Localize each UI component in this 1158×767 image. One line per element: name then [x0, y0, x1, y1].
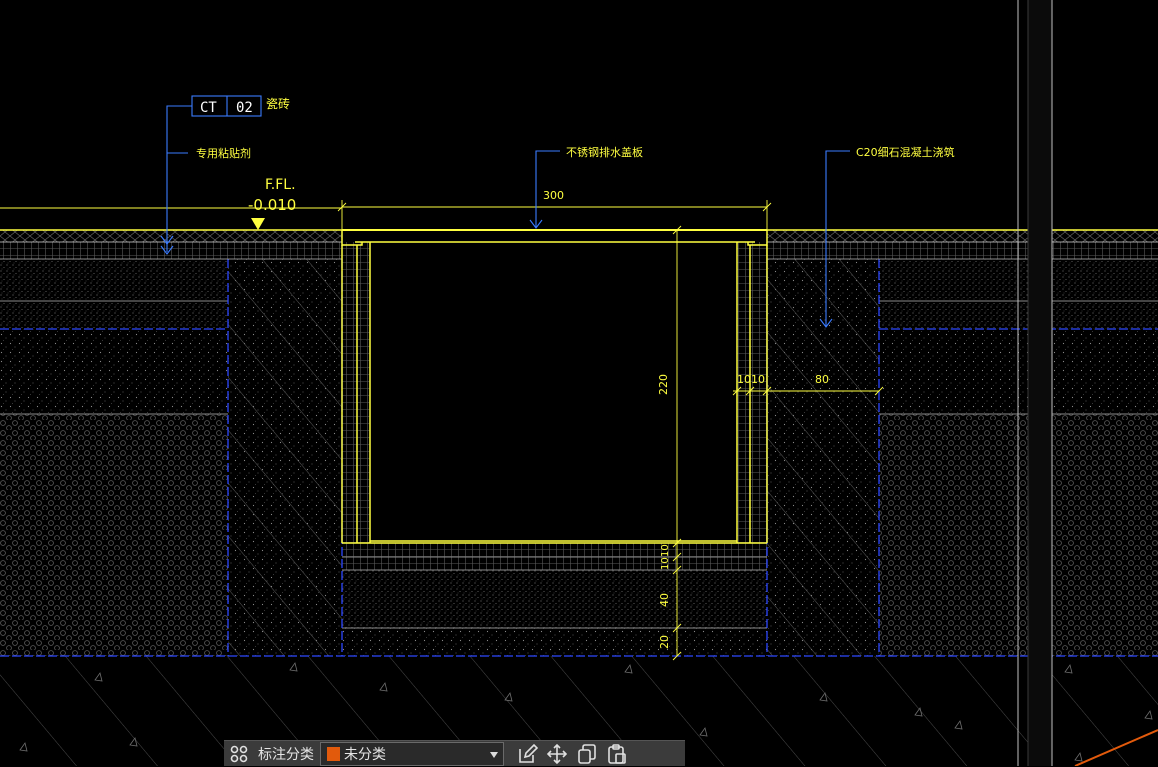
grid-icon[interactable]	[224, 741, 254, 767]
tile-tag-material: 瓷砖	[266, 96, 290, 111]
right-lining	[737, 242, 767, 543]
dim-wall-right: 10	[751, 373, 765, 386]
dim-depth: 220	[657, 374, 670, 395]
tile-tag-number: 02	[236, 100, 253, 116]
level-value: -0.010	[248, 196, 296, 214]
grate-callout: 不锈钢排水盖板	[566, 145, 643, 159]
left-screed-layer	[0, 259, 228, 329]
paste-icon[interactable]	[602, 741, 632, 767]
category-dropdown-value: 未分类	[344, 746, 386, 763]
dim-wall-left: 10	[737, 373, 751, 386]
dim-width: 300	[543, 189, 564, 202]
bottom-concrete	[342, 570, 767, 628]
drawing-canvas[interactable]: CT 02 瓷砖 专用粘贴剂 不锈钢排水盖板 C20细石混凝土浇筑 F.FL. …	[0, 0, 1158, 766]
category-color-swatch	[327, 746, 340, 761]
dim-bottom-4: 20	[658, 635, 671, 649]
category-dropdown[interactable]: 未分类	[320, 741, 504, 766]
dim-bottom-2: 10	[660, 557, 671, 570]
chevron-down-icon[interactable]	[490, 751, 498, 758]
annotation-category-label: 标注分类	[258, 746, 314, 763]
dim-bottom-3: 40	[658, 593, 671, 607]
copy-icon[interactable]	[572, 741, 602, 767]
dim-bottom-1: 10	[660, 544, 671, 557]
left-fill-layer	[0, 329, 228, 414]
cad-viewport[interactable]: CT 02 瓷砖 专用粘贴剂 不锈钢排水盖板 C20细石混凝土浇筑 F.FL. …	[0, 0, 1158, 766]
left-gravel-layer	[0, 414, 228, 656]
concrete-callout: C20细石混凝土浇筑	[856, 145, 955, 159]
adhesive-callout: 专用粘贴剂	[196, 146, 251, 160]
tile-tag-code: CT	[200, 100, 217, 116]
left-lining	[342, 242, 370, 543]
annotation-toolbar: 标注分类 未分类	[224, 740, 685, 766]
move-icon[interactable]	[542, 741, 572, 767]
left-tile-layer	[0, 230, 342, 242]
right-concrete-hatch	[767, 259, 879, 656]
left-concrete-hatch	[228, 259, 342, 656]
level-label: F.FL.	[265, 177, 296, 193]
level-marker-icon	[251, 218, 265, 230]
left-mortar-layer	[0, 242, 342, 259]
edit-icon[interactable]	[512, 741, 542, 767]
dim-wall-thickness: 80	[815, 373, 829, 386]
channel-void	[371, 243, 736, 540]
bottom-base	[342, 628, 767, 656]
